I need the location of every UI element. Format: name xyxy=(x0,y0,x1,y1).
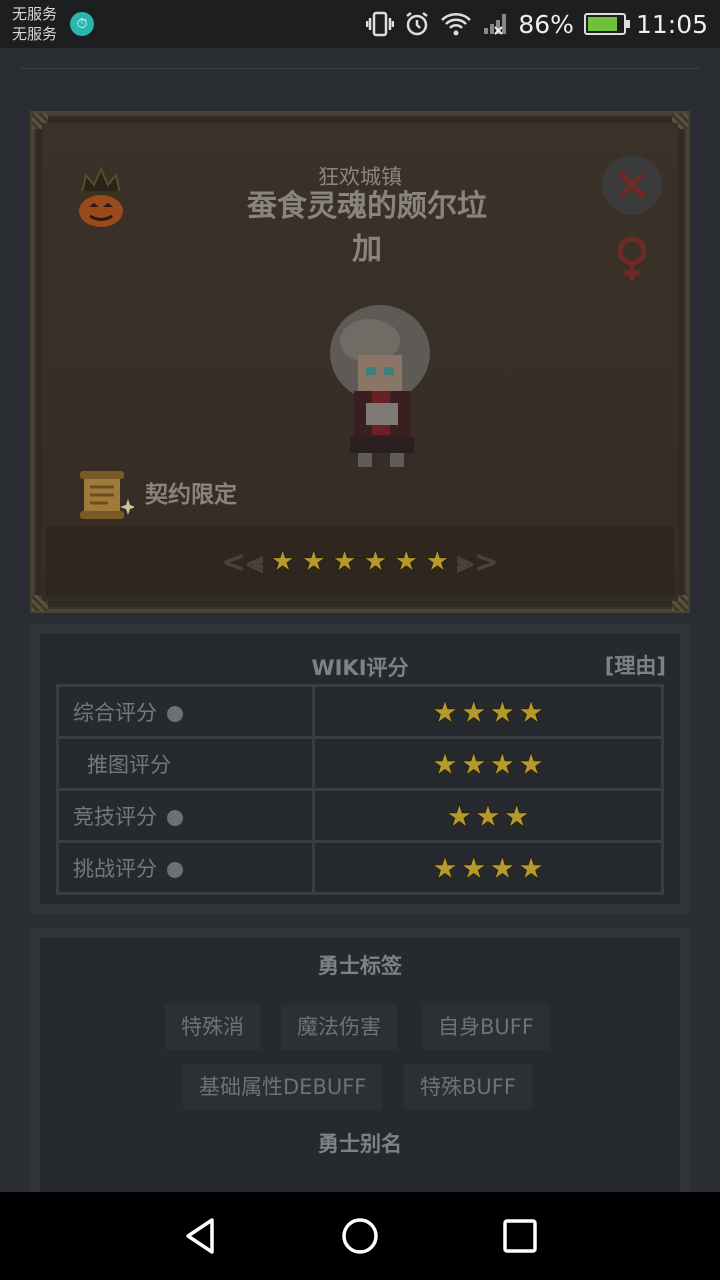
star-icon: ★ xyxy=(502,796,532,835)
star-icon: ★ xyxy=(392,544,420,579)
rating-stars-cell: ★★★ xyxy=(312,788,664,843)
tags-card: 勇士标签 特殊消 魔法伤害 自身BUFF 基础属性DEBUFF 特殊BUFF 勇… xyxy=(30,928,690,1192)
home-icon[interactable] xyxy=(338,1214,382,1258)
rarity-bar: <⫷ ★ ★ ★ ★ ★ ★ ⫸> xyxy=(46,527,674,597)
hero-card: 狂欢城镇 蚕食灵魂的颇尔垃 加 契约限定 <⫷ ★ ★ ★ ★ ★ ★ ⫸> xyxy=(30,111,690,613)
star-icon: ★ xyxy=(444,796,474,835)
rating-row: 推图评分 ★★★★ xyxy=(56,736,664,791)
star-icon: ★ xyxy=(430,848,460,887)
clock: 11:05 xyxy=(635,9,708,39)
rating-label: 推图评分 xyxy=(87,752,171,777)
rating-label: 综合评分 xyxy=(73,700,157,725)
vibrate-icon xyxy=(366,11,395,37)
star-icon: ★ xyxy=(430,744,460,783)
contract-limited-label: 契约限定 xyxy=(145,482,237,508)
rating-label-cell: 推图评分 xyxy=(56,736,315,791)
star-icon: ★ xyxy=(488,848,518,887)
app-notification-icon: ⏱ xyxy=(70,12,94,36)
rating-stars-cell: ★★★★ xyxy=(312,840,664,895)
rating-title: WIKI评分 xyxy=(311,656,409,680)
battery-fill xyxy=(587,17,618,31)
signal-icon xyxy=(482,12,508,36)
star-icon: ★ xyxy=(459,848,489,887)
star-icon: ★ xyxy=(423,544,451,579)
star-icon: ★ xyxy=(300,544,328,579)
star-icon: ★ xyxy=(516,848,546,887)
star-icon: ★ xyxy=(516,692,546,731)
hero-name-line-1: 蚕食灵魂的颇尔垃 xyxy=(247,189,487,224)
scroll-icon xyxy=(70,465,136,525)
tag-item[interactable]: 基础属性DEBUFF xyxy=(183,1064,383,1110)
rating-label-cell: 挑战评分 xyxy=(56,840,315,895)
rating-label-cell: 综合评分 xyxy=(56,684,315,739)
star-icon: ★ xyxy=(488,744,518,783)
rating-row: 竞技评分 ★★★ xyxy=(56,788,664,843)
tags-heading: 勇士标签 xyxy=(318,954,402,978)
rating-row: 综合评分 ★★★★ xyxy=(56,684,664,739)
crossed-swords-icon[interactable] xyxy=(602,155,662,215)
star-icon: ★ xyxy=(459,744,489,783)
top-divider xyxy=(20,68,700,69)
rating-label-cell: 竞技评分 xyxy=(56,788,315,843)
star-icon: ★ xyxy=(430,692,460,731)
info-dot-icon[interactable] xyxy=(167,705,183,722)
hero-name-line-2: 加 xyxy=(352,232,382,267)
back-icon[interactable] xyxy=(178,1214,222,1258)
hero-card-inner: 狂欢城镇 蚕食灵魂的颇尔垃 加 契约限定 <⫷ ★ ★ ★ ★ ★ ★ ⫸> xyxy=(42,123,678,601)
star-icon: ★ xyxy=(516,744,546,783)
star-icon: ★ xyxy=(331,544,359,579)
rating-row: 挑战评分 ★★★★ xyxy=(56,840,664,895)
rating-card: WIKI评分 [理由] 综合评分 ★★★★ 推图评分 ★★★★ 竞技评分 ★★★ 挑战评分 ★… xyxy=(30,624,690,914)
rating-label: 竞技评分 xyxy=(73,804,157,829)
recents-icon[interactable] xyxy=(498,1214,542,1258)
star-icon: ★ xyxy=(488,692,518,731)
rarity-stars: ★ ★ ★ ★ ★ ★ xyxy=(269,544,451,579)
carrier-label-2: 无服务 xyxy=(12,25,58,43)
star-icon: ★ xyxy=(269,544,297,579)
status-bar: 无服务 无服务 ⏱ 86% 11:05 xyxy=(0,0,720,48)
rating-reason-link[interactable]: [理由] xyxy=(605,650,666,680)
info-dot-icon[interactable] xyxy=(167,861,183,878)
tags-panel: 勇士标签 特殊消 魔法伤害 自身BUFF 基础属性DEBUFF 特殊BUFF 勇… xyxy=(40,938,680,1192)
tag-item[interactable]: 魔法伤害 xyxy=(281,1004,397,1050)
rating-label: 挑战评分 xyxy=(73,856,157,881)
alarm-icon xyxy=(404,11,430,37)
star-icon: ★ xyxy=(473,796,503,835)
rating-panel: WIKI评分 [理由] 综合评分 ★★★★ 推图评分 ★★★★ 竞技评分 ★★★ 挑战评分 ★… xyxy=(40,634,680,904)
tag-item[interactable]: 特殊消 xyxy=(165,1004,260,1050)
battery-icon xyxy=(583,13,630,35)
rating-stars-cell: ★★★★ xyxy=(312,684,664,739)
navigation-bar xyxy=(0,1192,720,1280)
carrier-label-1: 无服务 xyxy=(12,5,58,23)
hero-sprite-image xyxy=(310,293,450,473)
rating-table: 综合评分 ★★★★ 推图评分 ★★★★ 竞技评分 ★★★ 挑战评分 ★★★★ xyxy=(56,684,664,895)
carrier-info: 无服务 无服务 xyxy=(12,4,57,44)
star-icon: ★ xyxy=(459,692,489,731)
rating-stars-cell: ★★★★ xyxy=(312,736,664,791)
page-content: 狂欢城镇 蚕食灵魂的颇尔垃 加 契约限定 <⫷ ★ ★ ★ ★ ★ ★ ⫸> W… xyxy=(0,48,720,1192)
status-icons: 86% 11:05 xyxy=(366,6,708,42)
hero-name: 蚕食灵魂的颇尔垃 加 xyxy=(232,185,502,271)
tag-item[interactable]: 自身BUFF xyxy=(422,1004,550,1050)
female-icon xyxy=(612,235,652,285)
battery-percent: 86% xyxy=(518,9,574,39)
info-dot-icon[interactable] xyxy=(167,809,183,826)
alias-heading: 勇士别名 xyxy=(318,1132,402,1156)
left-wing-icon: <⫷ xyxy=(221,544,264,580)
wifi-icon xyxy=(440,12,472,36)
star-icon: ★ xyxy=(362,544,390,579)
tag-item[interactable]: 特殊BUFF xyxy=(404,1064,532,1110)
right-wing-icon: ⫸> xyxy=(456,544,499,580)
